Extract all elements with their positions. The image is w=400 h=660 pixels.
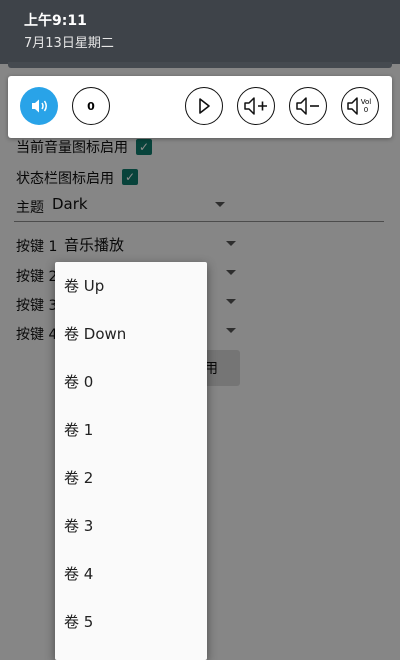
shade-bottom-edge — [8, 62, 392, 68]
key-action-dropdown: 卷 Up 卷 Down 卷 0 卷 1 卷 2 卷 3 卷 4 卷 5 — [55, 262, 207, 660]
vol-zero-text: 0 — [364, 106, 368, 114]
speaker-button[interactable] — [20, 87, 58, 125]
volume-number-button[interactable]: 0 — [72, 87, 110, 125]
dropdown-option-vol-5[interactable]: 卷 5 — [55, 598, 207, 646]
dropdown-option-vol-4[interactable]: 卷 4 — [55, 550, 207, 598]
status-time: 上午9:11 — [24, 13, 87, 29]
dropdown-option-vol-down[interactable]: 卷 Down — [55, 310, 207, 358]
dropdown-option-vol-0[interactable]: 卷 0 — [55, 358, 207, 406]
speaker-icon — [32, 99, 47, 113]
dropdown-option-vol-up[interactable]: 卷 Up — [55, 262, 207, 310]
status-date: 7月13日星期二 — [24, 36, 114, 51]
notification-shade: 上午9:11 7月13日星期二 — [0, 0, 400, 64]
volume-up-button[interactable] — [237, 87, 275, 125]
dropdown-option-vol-1[interactable]: 卷 1 — [55, 406, 207, 454]
vol-text: Vol — [361, 98, 372, 106]
volume-widget-toolbar: 0 Vol 0 — [8, 76, 392, 138]
volume-number-label: 0 — [87, 99, 95, 113]
dropdown-option-vol-2[interactable]: 卷 2 — [55, 454, 207, 502]
volume-zero-icon: Vol 0 — [347, 97, 372, 115]
dropdown-option-vol-3[interactable]: 卷 3 — [55, 502, 207, 550]
volume-down-icon — [296, 97, 319, 115]
volume-up-icon — [244, 97, 267, 115]
volume-down-button[interactable] — [289, 87, 327, 125]
play-button[interactable] — [185, 87, 223, 125]
play-icon — [199, 98, 210, 114]
volume-zero-button[interactable]: Vol 0 — [341, 87, 379, 125]
